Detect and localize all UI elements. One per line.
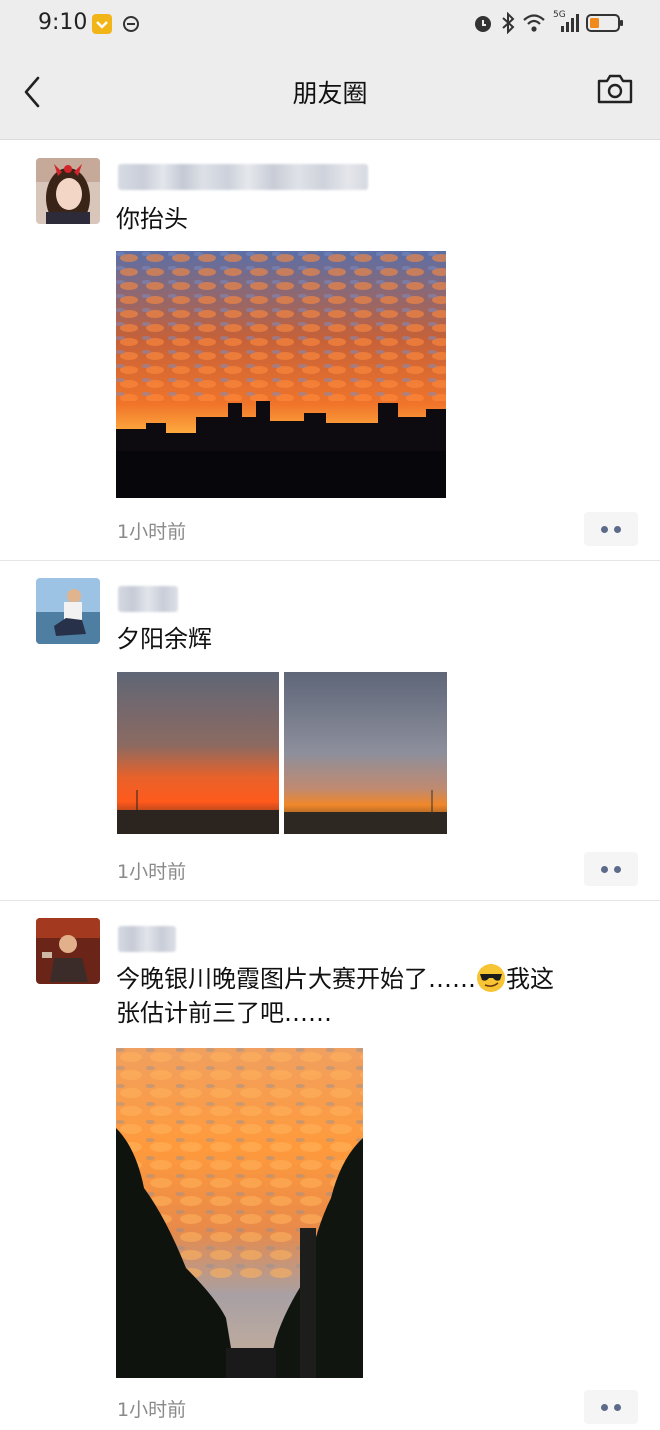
- post-photo[interactable]: [116, 251, 446, 498]
- page-title: 朋友圈: [292, 79, 368, 108]
- 5g-signal-icon: [561, 14, 579, 32]
- post-text: 夕阳余辉: [116, 625, 212, 653]
- avatar[interactable]: [36, 578, 100, 644]
- post-time: 1小时前: [117, 1399, 187, 1421]
- post-text: 今晚银川晚霞图片大赛开始了…… 我这 张估计前三了吧……: [116, 962, 636, 1030]
- avatar[interactable]: [36, 158, 100, 224]
- moment-post: 夕阳余辉 1小时前: [0, 560, 660, 900]
- camera-button[interactable]: [596, 72, 634, 106]
- wifi-icon: [523, 14, 545, 32]
- moment-post: 你抬头 1小时前: [0, 140, 660, 560]
- link-icon: [123, 16, 139, 32]
- status-bar: 9:10 5G: [0, 0, 660, 50]
- post-text-line2: 我这: [506, 965, 554, 993]
- more-options-button[interactable]: [584, 512, 638, 546]
- more-options-button[interactable]: [584, 1390, 638, 1424]
- post-text-line3: 张估计前三了吧……: [116, 999, 332, 1027]
- post-photo[interactable]: [117, 672, 279, 834]
- sunglasses-emoji-icon: [477, 964, 505, 992]
- username-blurred[interactable]: [118, 164, 368, 190]
- post-time: 1小时前: [117, 861, 187, 883]
- more-dots-icon: [601, 525, 608, 533]
- shield-icon: [92, 14, 112, 34]
- battery-icon: [586, 14, 623, 32]
- post-text-line1: 今晚银川晚霞图片大赛开始了……: [116, 965, 476, 993]
- more-dots-icon: [601, 1403, 608, 1411]
- header-bar: 朋友圈: [0, 50, 660, 140]
- username-blurred[interactable]: [118, 586, 178, 612]
- status-time: 9:10: [38, 10, 88, 35]
- post-time: 1小时前: [117, 521, 187, 543]
- username-blurred[interactable]: [118, 926, 176, 952]
- avatar[interactable]: [36, 918, 100, 984]
- post-text: 你抬头: [116, 205, 188, 233]
- bluetooth-icon: [502, 12, 515, 34]
- post-photo[interactable]: [116, 1048, 363, 1378]
- more-options-button[interactable]: [584, 852, 638, 886]
- more-dots-icon: [601, 865, 608, 873]
- camera-icon: [597, 74, 633, 104]
- alarm-icon: [475, 16, 491, 32]
- post-photo[interactable]: [284, 672, 447, 834]
- moment-post: 今晚银川晚霞图片大赛开始了…… 我这 张估计前三了吧…… 1小时前: [0, 900, 660, 1430]
